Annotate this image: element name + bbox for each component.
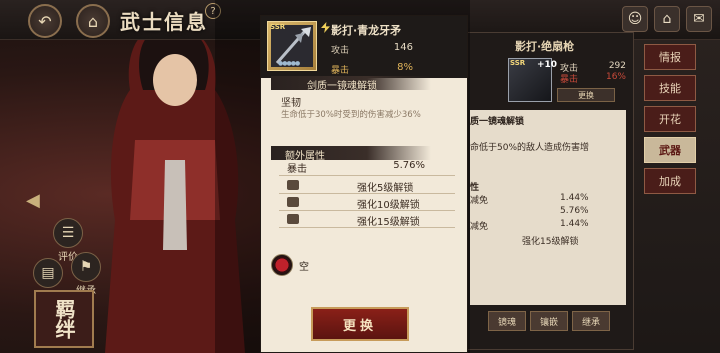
left-arrow-icon[interactable]: ◀: [26, 190, 40, 211]
rarity-badge: SSR: [270, 23, 286, 31]
tab-weapon[interactable]: 武器: [644, 137, 696, 163]
back-arrow-icon: ↶: [38, 11, 52, 31]
lock-icon: [287, 197, 299, 207]
bond-label: 羁绊: [52, 299, 76, 339]
extra-attr-label: 暴击: [287, 164, 307, 175]
attr-row-value: 1.44%: [560, 219, 589, 229]
equipped-refine-level: +10: [537, 60, 558, 70]
attr-row-value: 5.76%: [560, 206, 589, 216]
gem-slot-label: 空: [299, 262, 309, 273]
gem-slot[interactable]: 空: [267, 250, 463, 280]
inlay-button[interactable]: 镶嵌: [530, 311, 568, 331]
equipped-stat-value: 16%: [605, 72, 626, 82]
extra-attr-value: 5.76%: [393, 160, 425, 171]
refine-beads-icon: ●●●●●: [278, 60, 300, 67]
person-gift-icon[interactable]: ☺: [622, 6, 648, 32]
stat-crit-value: 8%: [397, 62, 413, 73]
top-icon-bar: ☺ ⌂ ✉: [622, 6, 712, 32]
stat-attack-label: 攻击: [331, 46, 350, 56]
attr-row-value: 1.44%: [560, 193, 589, 203]
attr-row-label: 减免: [470, 222, 489, 232]
lightning-icon: [321, 22, 330, 33]
weapon-detail-modal: SSR ●●●●● 影打·青龙牙矛 攻击 146 暴击 8% 剑质一镜魂解锁 坚…: [260, 15, 468, 353]
back-button[interactable]: ↶: [28, 4, 62, 38]
weapon-icon: SSR ●●●●●: [267, 21, 317, 71]
locked-slot-text: 强化15级解锁: [357, 217, 420, 228]
attr-row-value: 强化15级解锁: [522, 237, 579, 247]
equipped-weapon-name: 影打·绝扇枪: [515, 40, 575, 53]
inherit-icon: ⚑: [71, 252, 101, 282]
home-button[interactable]: ⌂: [76, 4, 110, 38]
tab-info[interactable]: 情报: [644, 44, 696, 70]
locked-slot-text: 强化5级解锁: [357, 183, 414, 194]
page-title: 武士信息: [120, 10, 208, 34]
lock-icon: [287, 214, 299, 224]
weapon-inherit-button[interactable]: 继承: [572, 311, 610, 331]
soul-unlock-header: 剑质一镜魂解锁: [307, 81, 377, 92]
house-icon[interactable]: ⌂: [654, 6, 680, 32]
tab-bloom[interactable]: 开花: [644, 106, 696, 132]
locked-slot-text: 强化10级解锁: [357, 200, 420, 211]
mail-icon[interactable]: ✉: [686, 6, 712, 32]
mirror-soul-button[interactable]: 镜魂: [488, 311, 526, 331]
empty-gem-slot-icon: [271, 254, 293, 276]
stat-crit-label: 暴击: [331, 66, 350, 76]
extra-attr-row: 暴击 5.76%: [279, 160, 455, 175]
lock-icon: [287, 180, 299, 190]
equipped-stat-label: 暴击: [560, 75, 579, 85]
review-icon: ☰: [53, 218, 83, 248]
equipped-change-button[interactable]: 更换: [557, 88, 615, 102]
attr-row-label: 性: [470, 183, 480, 193]
deck-icon: ▤: [33, 258, 63, 288]
weapon-name: 影打·青龙牙矛: [331, 24, 402, 37]
modal-header: SSR ●●●●● 影打·青龙牙矛 攻击 146 暴击 8%: [261, 16, 467, 78]
section-text: 命低于50%的敌人造成伤害增: [470, 143, 590, 153]
change-weapon-button[interactable]: 更换: [311, 307, 409, 341]
section-header: 质一镜魂解锁: [470, 117, 525, 127]
bond-button[interactable]: 羁绊: [34, 290, 94, 348]
equipped-stat-value: 292: [608, 61, 626, 71]
skill-name: 坚韧: [281, 98, 301, 109]
equipped-rarity-badge: SSR: [510, 59, 526, 67]
stat-attack-value: 146: [393, 42, 413, 53]
attr-row-label: 减免: [470, 196, 489, 206]
skill-description: 生命低于30%时受到的伤害减少36%: [281, 110, 421, 120]
shrine-icon: ⌂: [87, 11, 99, 31]
side-tab-bar: 情报 技能 开花 武器 加成: [644, 44, 696, 199]
tab-bonus[interactable]: 加成: [644, 168, 696, 194]
tab-skills[interactable]: 技能: [644, 75, 696, 101]
